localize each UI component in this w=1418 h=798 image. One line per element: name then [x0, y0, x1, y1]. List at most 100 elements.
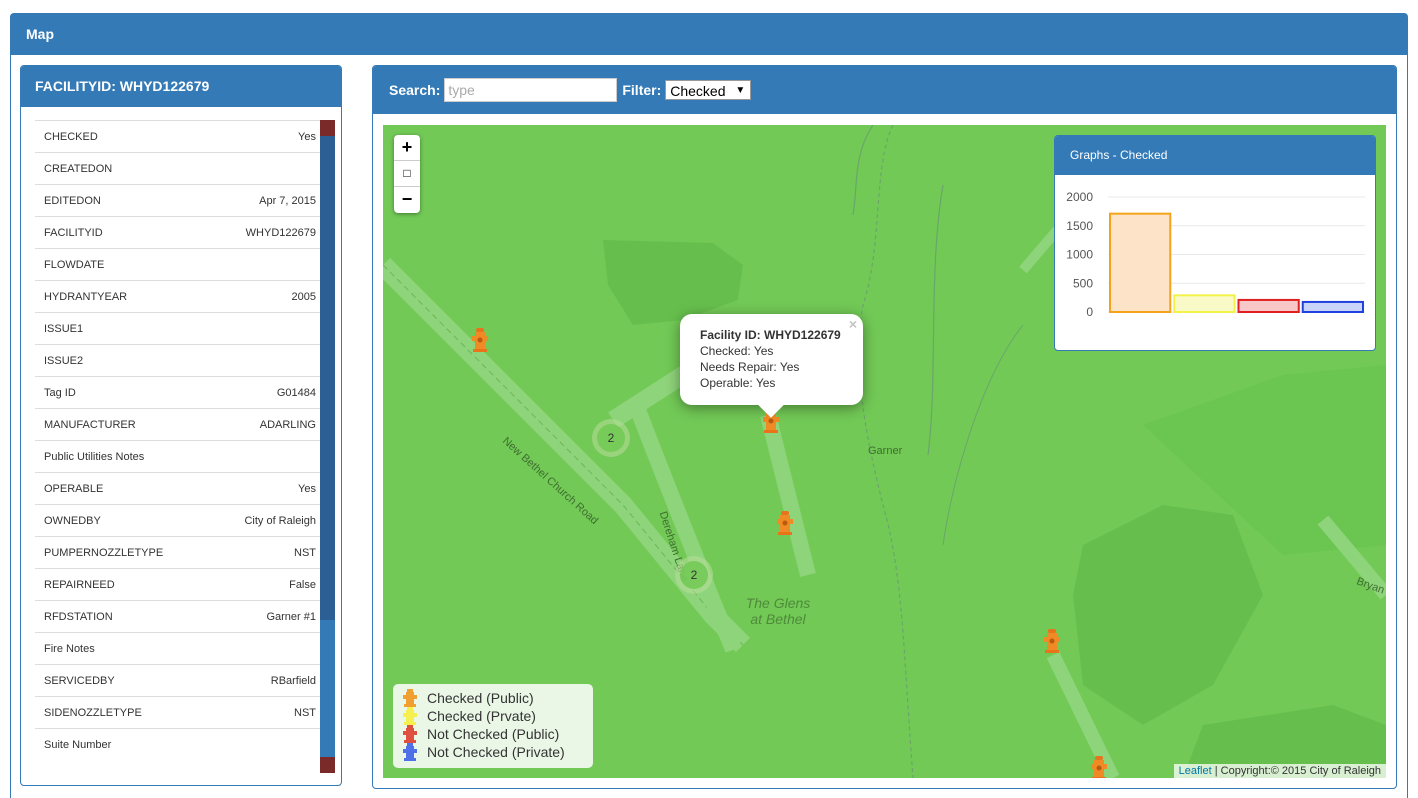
legend-item: Not Checked (Private) [401, 743, 593, 761]
attribute-row: Suite Number [35, 728, 320, 760]
attribute-key: Public Utilities Notes [44, 450, 145, 463]
attribute-row: Public Utilities Notes [35, 440, 320, 472]
hydrant-marker-icon[interactable] [1090, 755, 1108, 778]
close-icon[interactable]: × [849, 316, 857, 332]
leaflet-link[interactable]: Leaflet [1179, 765, 1212, 777]
attribute-key: SIDENOZZLETYPE [44, 706, 142, 719]
zoom-out-button[interactable]: − [394, 187, 420, 213]
attribute-row: REPAIRNEED False [35, 568, 320, 600]
attribute-key: HYDRANTYEAR [44, 290, 128, 303]
search-input[interactable] [444, 78, 618, 102]
attribute-value: G01484 [276, 386, 316, 399]
attribute-row: ISSUE2 [35, 344, 320, 376]
graph-panel: Graphs - Checked 0 500 1000 1500 2000 [1054, 135, 1376, 351]
attribute-row: PUMPERNOZZLETYPE NST [35, 536, 320, 568]
cluster-count: 2 [597, 424, 625, 452]
hydrant-orange-icon [403, 689, 417, 707]
y-tick-label: 0 [1086, 305, 1093, 319]
attribute-key: MANUFACTURER [44, 418, 136, 431]
graph-title: Graphs - Checked [1055, 136, 1375, 175]
attribute-value: NST [294, 546, 316, 559]
place-label: The Glens at Bethel [745, 595, 811, 627]
copyright-text: | Copyright:© 2015 City of Raleigh [1211, 765, 1381, 777]
attribute-value: Apr 7, 2015 [259, 194, 316, 207]
attribute-row: CHECKED Yes [35, 120, 320, 152]
attribute-value: NST [294, 706, 316, 719]
attribute-row: EDITEDON Apr 7, 2015 [35, 184, 320, 216]
attribute-row: RFDSTATION Garner #1 [35, 600, 320, 632]
attribute-row: SIDENOZZLETYPE NST [35, 696, 320, 728]
attribute-row: FLOWDATE [35, 248, 320, 280]
chevron-down-icon: ▼ [735, 85, 746, 96]
attribute-key: PUMPERNOZZLETYPE [44, 546, 164, 559]
attribute-key: CHECKED [44, 130, 98, 143]
marker-cluster[interactable]: 2 [675, 556, 713, 594]
attribute-key: ISSUE2 [44, 354, 84, 367]
hydrant-yellow-icon [403, 707, 417, 725]
popup-line: Checked: Yes [700, 344, 774, 358]
attribute-value: ADARLING [259, 418, 316, 431]
attribute-value: False [289, 578, 316, 591]
road-label-garner: Garner [868, 445, 903, 457]
attribute-key: SERVICEDBY [44, 674, 115, 687]
legend-label: Not Checked (Private) [427, 744, 565, 760]
popup-line: Operable: Yes [700, 376, 776, 390]
attribute-row: FACILITYID WHYD122679 [35, 216, 320, 248]
attribute-key: Tag ID [44, 386, 76, 399]
bar[interactable] [1109, 212, 1172, 313]
legend-item: Checked (Public) [401, 689, 593, 707]
map-toolbar: Search: Filter: Checked ▼ [373, 66, 1396, 114]
attribute-row: ISSUE1 [35, 312, 320, 344]
cluster-count: 2 [680, 561, 708, 589]
attribute-row: Fire Notes [35, 632, 320, 664]
map-view[interactable]: New Bethel Church Road Dereham Lane Garn… [383, 125, 1386, 778]
hydrant-marker-icon[interactable] [1043, 628, 1061, 654]
attribute-key: Suite Number [44, 738, 112, 751]
filter-label: Filter: [622, 82, 662, 98]
map-attribution: Leaflet | Copyright:© 2015 City of Ralei… [1173, 764, 1386, 778]
legend-label: Checked (Public) [427, 690, 534, 706]
zoom-in-button[interactable]: + [394, 135, 420, 161]
attribute-value: RBarfield [270, 674, 316, 687]
attribute-value: WHYD122679 [245, 226, 316, 239]
y-tick-label: 500 [1073, 276, 1093, 290]
hydrant-blue-icon [403, 743, 417, 761]
scroll-thumb[interactable] [320, 136, 335, 620]
bar[interactable] [1237, 298, 1300, 314]
y-tick-label: 1500 [1066, 219, 1093, 233]
attribute-key: FLOWDATE [44, 258, 105, 271]
legend-item: Checked (Prvate) [401, 707, 593, 725]
feature-popup: × Facility ID: WHYD122679 Checked: Yes N… [680, 314, 863, 418]
attribute-key: CREATEDON [44, 162, 113, 175]
hydrant-marker-icon[interactable] [471, 327, 489, 353]
scroll-down-button[interactable] [320, 757, 335, 773]
attribute-value: Yes [298, 130, 316, 143]
legend-label: Checked (Prvate) [427, 708, 536, 724]
attribute-key: REPAIRNEED [44, 578, 115, 591]
attribute-key: ISSUE1 [44, 322, 84, 335]
hydrant-marker-icon[interactable] [776, 510, 794, 536]
marker-cluster[interactable]: 2 [592, 419, 630, 457]
hydrant-red-icon [403, 725, 417, 743]
attribute-value: 2005 [291, 290, 316, 303]
bar[interactable] [1173, 294, 1236, 313]
zoom-control: + □ − [394, 135, 420, 213]
popup-line: Needs Repair: Yes [700, 360, 800, 374]
attribute-row: CREATEDON [35, 152, 320, 184]
legend-label: Not Checked (Public) [427, 726, 560, 742]
map-panel-title: Map [11, 14, 1407, 55]
search-label: Search: [389, 82, 441, 98]
attribute-row: Tag ID G01484 [35, 376, 320, 408]
legend-item: Not Checked (Public) [401, 725, 593, 743]
attribute-key: OPERABLE [44, 482, 104, 495]
attributes-panel-title: FACILITYID: WHYD122679 [21, 66, 341, 107]
bar[interactable] [1301, 300, 1364, 313]
y-tick-label: 2000 [1066, 190, 1093, 204]
scroll-up-button[interactable] [320, 120, 335, 136]
filter-select[interactable]: Checked ▼ [665, 80, 752, 100]
attribute-value: Garner #1 [266, 610, 316, 623]
y-tick-label: 1000 [1066, 248, 1093, 262]
attributes-scrollbar[interactable] [320, 120, 335, 773]
attribute-row: HYDRANTYEAR 2005 [35, 280, 320, 312]
zoom-box-button[interactable]: □ [394, 161, 420, 187]
